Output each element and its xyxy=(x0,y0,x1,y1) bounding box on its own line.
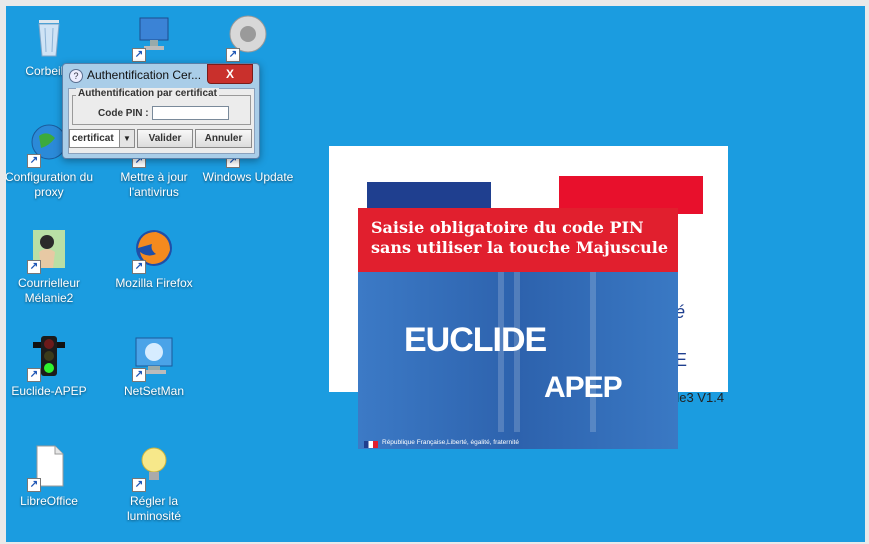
traffic-light-icon: ↗ xyxy=(25,332,73,382)
libreoffice-desktop-icon[interactable]: ↗ LibreOffice xyxy=(6,442,97,509)
network-monitor-icon: ↗ xyxy=(130,332,178,382)
pin-input[interactable] xyxy=(152,106,229,120)
brand-apep: APEP xyxy=(544,371,623,404)
shortcut-arrow-icon: ↗ xyxy=(27,368,41,382)
netsetman-desktop-icon[interactable]: ↗ NetSetMan xyxy=(106,332,202,399)
dialog-titlebar[interactable]: ? Authentification Cer... X xyxy=(63,64,259,86)
shortcut-arrow-icon: ↗ xyxy=(132,478,146,492)
splash-footer-text: République Française,Liberté, égalité, f… xyxy=(382,439,519,446)
desktop: Corbeille ↗ ↗ ↗ Configuration du proxy ↗… xyxy=(6,6,865,542)
shortcut-arrow-icon: ↗ xyxy=(27,260,41,274)
auth-dialog: ? Authentification Cer... X Authentifica… xyxy=(62,63,260,159)
brightness-desktop-icon[interactable]: ↗ Régler la luminosité xyxy=(106,442,202,524)
light-streak xyxy=(590,272,596,432)
auth-method-select[interactable]: certificat xyxy=(69,129,120,148)
courrielleur-desktop-icon[interactable]: ↗ Courrielleur Mélanie2 xyxy=(6,224,97,306)
speaker-icon: ↗ xyxy=(224,12,272,62)
euclide-splash: Saisie obligatoire du code PIN sans util… xyxy=(358,208,678,449)
certificate-group: Authentification par certificat Code PIN… xyxy=(72,88,251,125)
lightbulb-icon: ↗ xyxy=(130,442,178,492)
icon-label: LibreOffice xyxy=(20,494,78,508)
app-icon: ? xyxy=(69,69,83,83)
speaker-desktop-icon[interactable]: ↗ xyxy=(200,12,296,64)
shortcut-arrow-icon: ↗ xyxy=(27,478,41,492)
validate-button[interactable]: Valider xyxy=(137,129,193,148)
french-flag-icon xyxy=(364,441,378,448)
recycle-bin-icon xyxy=(25,12,73,60)
computer-desktop-icon[interactable]: ↗ xyxy=(106,12,202,64)
shortcut-arrow-icon: ↗ xyxy=(132,48,146,62)
computer-icon: ↗ xyxy=(130,12,178,62)
shortcut-arrow-icon: ↗ xyxy=(132,260,146,274)
icon-label: Régler la luminosité xyxy=(126,494,182,523)
group-legend: Authentification par certificat xyxy=(76,88,219,99)
shortcut-arrow-icon: ↗ xyxy=(132,368,146,382)
pin-warning-text: Saisie obligatoire du code PIN sans util… xyxy=(371,218,669,257)
shortcut-arrow-icon: ↗ xyxy=(226,48,240,62)
shortcut-arrow-icon: ↗ xyxy=(27,154,41,168)
icon-label: Configuration du proxy xyxy=(6,170,94,199)
close-button[interactable]: X xyxy=(207,64,253,84)
splash-version: de3 V1.4 xyxy=(672,390,725,405)
dialog-title: Authentification Cer... xyxy=(87,68,202,82)
firefox-desktop-icon[interactable]: ↗ Mozilla Firefox xyxy=(106,224,202,291)
icon-label: Windows Update xyxy=(202,170,294,184)
icon-label: Euclide-APEP xyxy=(11,384,87,398)
dialog-content: Authentification par certificat Code PIN… xyxy=(68,88,255,154)
icon-label: Courrielleur Mélanie2 xyxy=(17,276,81,305)
mail-client-icon: ↗ xyxy=(25,224,73,274)
icon-label: Mettre à jour l'antivirus xyxy=(120,170,188,199)
icon-label: Mozilla Firefox xyxy=(115,276,193,290)
icon-label: NetSetMan xyxy=(123,384,185,398)
firefox-icon: ↗ xyxy=(130,224,178,274)
cancel-button[interactable]: Annuler xyxy=(195,129,252,148)
brand-euclide: EUCLIDE xyxy=(404,321,547,359)
euclide-apep-desktop-icon[interactable]: ↗ Euclide-APEP xyxy=(6,332,97,399)
libreoffice-icon: ↗ xyxy=(25,442,73,492)
pin-label: Code PIN : xyxy=(98,108,149,119)
chevron-down-icon[interactable]: ▼ xyxy=(119,129,135,148)
